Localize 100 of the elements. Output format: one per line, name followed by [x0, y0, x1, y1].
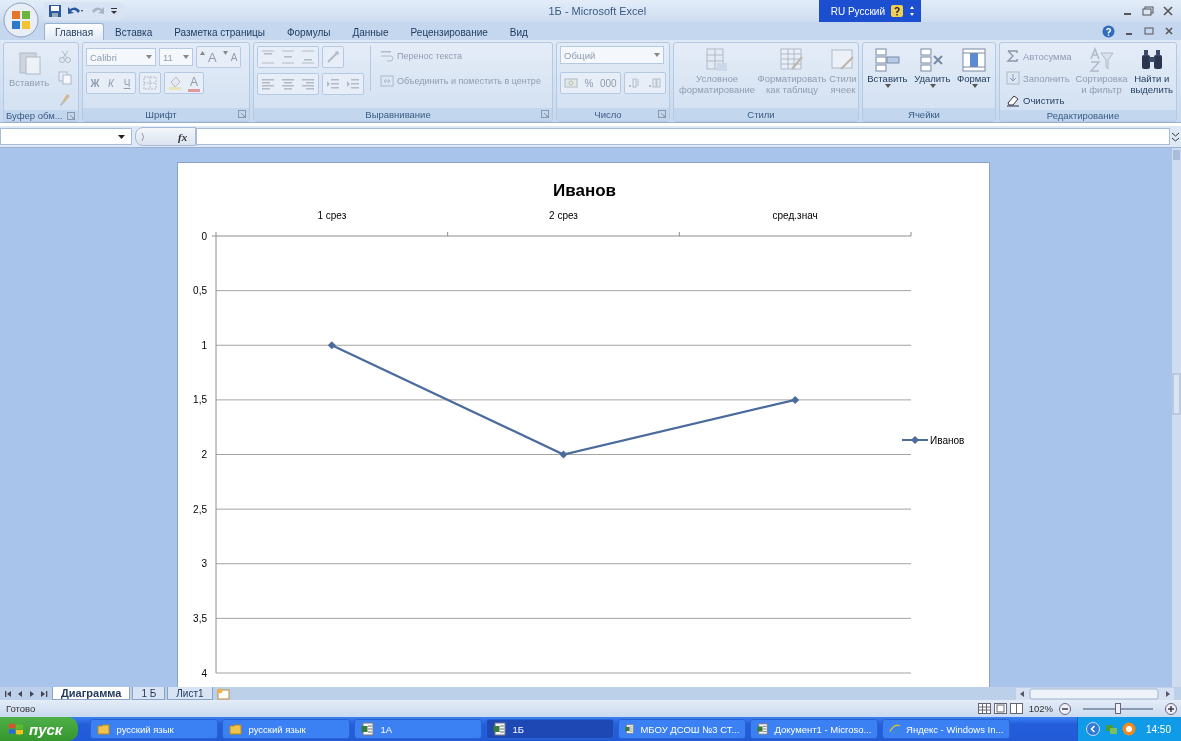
insert-function-button[interactable]: fx	[178, 130, 188, 143]
globe-icon	[889, 722, 902, 736]
down-caret-icon	[222, 51, 228, 55]
taskbar-button[interactable]: Яндекс - Windows In...	[882, 719, 1011, 739]
zoom-out-icon[interactable]	[1059, 702, 1071, 715]
language-label: RU Русский	[830, 5, 885, 17]
page-break-icon[interactable]	[1009, 703, 1023, 714]
indent-icon	[326, 77, 340, 91]
ribbon-tab[interactable]: Разметка страницы	[163, 23, 276, 40]
zoom-level[interactable]: 102%	[1028, 703, 1053, 714]
first-sheet-icon[interactable]	[4, 688, 13, 699]
group-label: Ячейки	[908, 109, 940, 120]
decimal-icon	[627, 76, 642, 90]
sheet-tab[interactable]: Лист1	[167, 687, 213, 700]
taskbar-button[interactable]: Документ1 - Microso...	[750, 719, 879, 739]
group-label: Выравнивание	[365, 109, 431, 120]
axis-tick-label: 1,5	[193, 394, 207, 406]
restore-icon[interactable]	[1141, 5, 1155, 17]
help-icon[interactable]	[1102, 24, 1115, 38]
group-label: Редактирование	[1046, 110, 1120, 121]
axis-tick-label: 2,5	[193, 503, 207, 515]
format-cells-icon	[959, 47, 988, 73]
dropdown-caret-icon	[118, 134, 125, 139]
decimal-icon	[647, 76, 662, 90]
close-icon[interactable]	[1161, 5, 1175, 17]
network-icon[interactable]	[1103, 722, 1118, 736]
legend-marker	[901, 436, 929, 444]
expand-icon[interactable]	[1171, 130, 1180, 143]
taskbar-button[interactable]: русский язык	[222, 719, 351, 739]
ribbon-tab[interactable]: Рецензирование	[399, 23, 499, 40]
folder-icon	[229, 722, 244, 736]
formula-field[interactable]	[196, 128, 1170, 145]
taskbar-button[interactable]: 1А	[354, 719, 483, 739]
legend-label: Иванов	[930, 435, 965, 446]
restore-icon[interactable]	[1143, 25, 1155, 37]
last-sheet-icon[interactable]	[40, 688, 49, 699]
copy-icon	[58, 71, 73, 85]
document-icon	[361, 722, 376, 736]
normal-view-icon[interactable]	[977, 703, 991, 714]
axis-tick-label: 3	[201, 558, 207, 570]
ribbon-tab[interactable]: Вид	[498, 23, 539, 40]
eraser-icon	[1006, 93, 1020, 107]
axis-tick-label: 4	[201, 667, 207, 679]
border-grid-icon	[143, 76, 157, 90]
ribbon-tab[interactable]: Главная	[44, 23, 105, 40]
save-icon[interactable]	[48, 4, 62, 18]
data-point	[791, 395, 800, 404]
close-icon[interactable]	[1163, 25, 1175, 37]
name-box[interactable]	[0, 128, 132, 145]
merge-icon	[380, 74, 394, 88]
dropdown-caret-icon	[146, 55, 152, 59]
windows-flag-icon	[8, 722, 24, 736]
category-label: 2 срез	[549, 210, 578, 221]
taskbar-button[interactable]: МБОУ ДСОШ №3 СТ...	[618, 719, 747, 739]
indent-icon	[346, 77, 360, 91]
ribbon-tab[interactable]: Вставка	[104, 23, 164, 40]
paint-bucket-icon	[168, 76, 182, 90]
edit-command-button[interactable]: Очистить	[1003, 90, 1075, 110]
prev-sheet-icon[interactable]	[16, 688, 25, 699]
language-bar[interactable]: RU Русский	[818, 0, 921, 22]
ribbon-tab[interactable]: Формулы	[275, 23, 342, 40]
ribbon-tab[interactable]: Данные	[341, 23, 400, 40]
cell-command-button[interactable]: Вставить	[865, 46, 910, 89]
taskbar-button[interactable]: русский язык	[90, 719, 219, 739]
cell-command-button[interactable]: Формат	[954, 46, 993, 89]
sheet-tab[interactable]: Диаграмма	[52, 687, 131, 700]
sigma-icon	[1006, 49, 1020, 63]
group-label: Шрифт	[145, 109, 177, 120]
axis-tick-label: 3,5	[193, 612, 207, 624]
dropdown-caret-icon	[971, 84, 978, 88]
group-label: Буфер обм...	[6, 110, 63, 121]
tray-app-icon[interactable]	[1121, 722, 1136, 736]
sheet-tab[interactable]: 1 Б	[132, 687, 166, 700]
fill-down-icon	[1006, 71, 1020, 85]
lines-icon	[281, 50, 295, 64]
color-bar-icon	[188, 88, 200, 92]
axis-tick-label: 2	[201, 449, 207, 460]
zoom-in-icon[interactable]	[1165, 702, 1177, 715]
axis-tick-label: 0,5	[193, 285, 207, 297]
axis-tick-label: 1	[201, 339, 207, 351]
axis-tick-label: 0	[201, 230, 207, 242]
dropdown-caret-icon	[654, 53, 660, 57]
lines-icon	[261, 77, 275, 91]
insert-sheet-icon[interactable]	[214, 687, 233, 700]
taskbar-button[interactable]: 1Б	[486, 719, 615, 739]
up-caret-icon	[200, 51, 205, 55]
chevron-icon[interactable]	[1085, 722, 1100, 736]
horizontal-scrollbar[interactable]	[1016, 687, 1174, 700]
start-button[interactable]: пуск	[0, 717, 79, 741]
chart-title: Иванов	[553, 181, 616, 200]
banknote-icon	[564, 76, 578, 90]
table-format-icon	[778, 47, 806, 73]
edit-command-button[interactable]: Найти и выделить	[1128, 46, 1175, 96]
group-label: Число	[594, 109, 622, 120]
scissors-icon	[58, 49, 73, 63]
document-icon	[493, 722, 508, 736]
page-layout-icon[interactable]	[993, 703, 1007, 714]
cell-command-button[interactable]: Удалить	[912, 46, 953, 89]
clock: 14:50	[1145, 723, 1171, 735]
category-label: 1 срез	[317, 210, 347, 221]
